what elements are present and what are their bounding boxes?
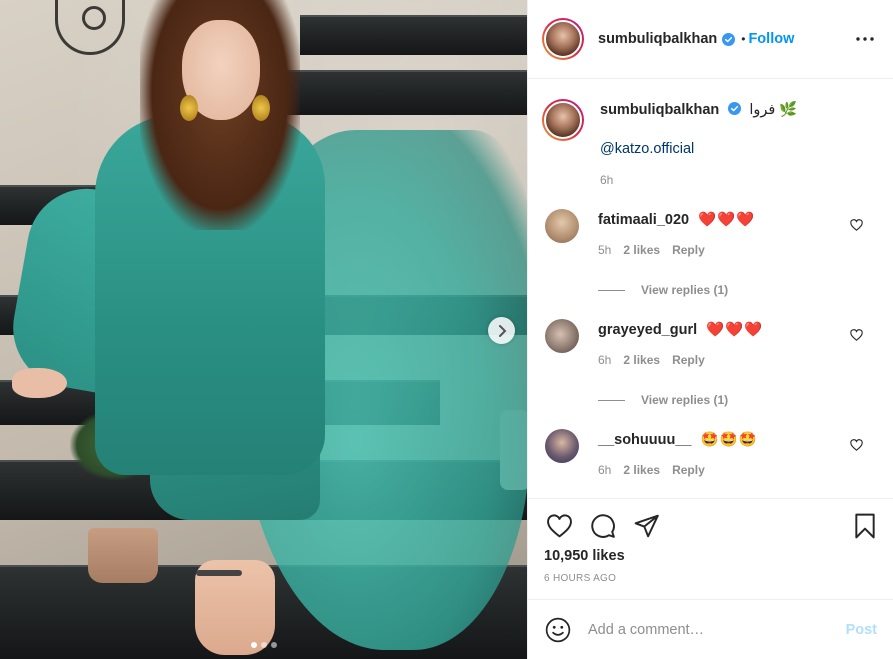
carousel-dot — [270, 642, 277, 648]
author-username[interactable]: sumbuliqbalkhan — [598, 31, 717, 47]
comments-list[interactable]: sumbuliqbalkhan فروا 🌿 @katzo.official 6… — [528, 79, 893, 498]
anklet — [196, 570, 242, 576]
post-photo[interactable] — [0, 0, 527, 659]
comment-time[interactable]: 6h — [598, 463, 611, 477]
comment-username[interactable]: fatimaali_020 — [598, 212, 689, 228]
small-heart-icon — [849, 219, 863, 231]
small-heart-icon — [849, 439, 863, 451]
comment-likes[interactable]: 2 likes — [623, 463, 660, 477]
hand — [12, 368, 67, 398]
comment-input[interactable] — [588, 621, 846, 638]
like-icon — [546, 514, 572, 538]
commenter-avatar[interactable] — [545, 429, 579, 463]
more-options-icon — [856, 37, 874, 41]
commenter-avatar[interactable] — [545, 319, 579, 353]
carousel-dot — [250, 642, 257, 648]
view-replies-label: View replies (1) — [641, 393, 729, 407]
caption-time[interactable]: 6h — [600, 173, 797, 187]
author-avatar[interactable] — [542, 18, 584, 60]
add-comment-bar: Post — [528, 599, 893, 659]
post-comment-button[interactable]: Post — [846, 622, 877, 638]
chevron-right-icon — [498, 324, 506, 337]
comment-text: ❤️❤️❤️ — [698, 212, 756, 228]
verified-badge-icon — [722, 32, 736, 46]
comment-time[interactable]: 5h — [598, 243, 611, 257]
comment-like-button[interactable] — [849, 439, 863, 453]
comment-icon — [591, 514, 615, 538]
reply-button[interactable]: Reply — [672, 463, 705, 477]
earring — [180, 95, 198, 121]
comment-button[interactable] — [588, 511, 618, 541]
emoji-icon — [545, 617, 571, 642]
divider-line — [598, 289, 625, 291]
comment-username[interactable]: __sohuuuu__ — [598, 432, 691, 448]
stair-step — [300, 15, 527, 55]
bookmark-icon — [855, 513, 875, 539]
verified-badge-icon — [728, 102, 742, 115]
view-replies-button[interactable]: View replies (1) — [598, 283, 877, 297]
small-heart-icon — [849, 329, 863, 341]
reply-button[interactable]: Reply — [672, 353, 705, 367]
emoji-button[interactable] — [544, 616, 572, 644]
comment-like-button[interactable] — [849, 219, 863, 233]
like-button[interactable] — [544, 511, 574, 541]
post-timestamp[interactable]: 6 HOURS AGO — [544, 573, 877, 584]
caption-text: فروا 🌿 — [749, 102, 798, 118]
more-options-button[interactable] — [853, 27, 877, 51]
share-icon — [634, 514, 659, 538]
comment-username[interactable]: grayeyed_gurl — [598, 322, 697, 338]
follow-button[interactable]: Follow — [748, 31, 794, 47]
carousel-dots — [0, 642, 527, 648]
comment-item: __sohuuuu__ 🤩🤩🤩 6h 2 likes Reply — [542, 429, 877, 477]
view-replies-label: View replies (1) — [641, 283, 729, 297]
post-panel: sumbuliqbalkhan • Follow sumbuliqbalkhan — [527, 0, 893, 659]
carousel-dot — [260, 642, 267, 648]
post-header: sumbuliqbalkhan • Follow — [528, 0, 893, 79]
plant-pot — [88, 528, 158, 583]
action-icons — [544, 511, 877, 541]
likes-count[interactable]: 10,950 likes — [544, 548, 877, 564]
instagram-post: sumbuliqbalkhan • Follow sumbuliqbalkhan — [0, 0, 893, 659]
reply-button[interactable]: Reply — [672, 243, 705, 257]
post-actions: 10,950 likes 6 HOURS AGO — [528, 498, 893, 599]
comment-likes[interactable]: 2 likes — [623, 353, 660, 367]
comment-item: grayeyed_gurl ❤️❤️❤️ 6h 2 likes Reply Vi… — [542, 319, 877, 407]
author-avatar[interactable] — [542, 99, 584, 141]
comment-text: 🤩🤩🤩 — [700, 432, 758, 448]
commenter-avatar[interactable] — [545, 209, 579, 243]
share-button[interactable] — [632, 511, 662, 541]
view-replies-button[interactable]: View replies (1) — [598, 393, 877, 407]
next-slide-button[interactable] — [488, 317, 515, 344]
comment-like-button[interactable] — [849, 329, 863, 343]
comment-text: ❤️❤️❤️ — [706, 322, 764, 338]
caption: sumbuliqbalkhan فروا 🌿 @katzo.official 6… — [542, 99, 877, 187]
caption-username[interactable]: sumbuliqbalkhan — [600, 102, 719, 118]
caption-mention-link[interactable]: @katzo.official — [600, 141, 797, 157]
follow-separator: • — [741, 32, 746, 46]
earring — [252, 95, 270, 121]
comment-time[interactable]: 6h — [598, 353, 611, 367]
comment-likes[interactable]: 2 likes — [623, 243, 660, 257]
comment-item: fatimaali_020 ❤️❤️❤️ 5h 2 likes Reply Vi… — [542, 209, 877, 297]
save-button[interactable] — [850, 511, 880, 541]
divider-line — [598, 399, 625, 401]
